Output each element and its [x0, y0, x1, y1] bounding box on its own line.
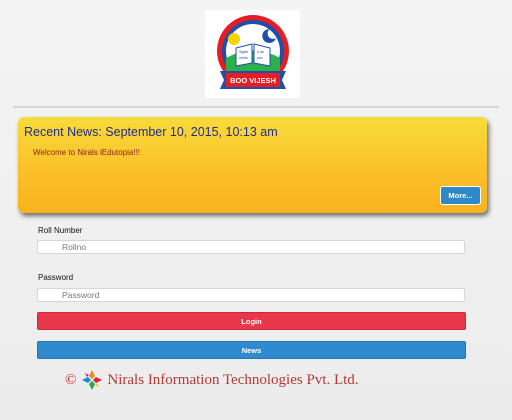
logo-banner-text: BOO VIJESH [230, 76, 276, 85]
more-button[interactable]: More... [440, 186, 481, 205]
logo-book-text-2: h,dn [257, 50, 264, 54]
logo-book-text-1: Sgate [239, 50, 248, 54]
news-title: Recent News: September 10, 2015, 10:13 a… [24, 125, 278, 139]
login-button[interactable]: Login [37, 312, 466, 330]
news-message: Welcome to Nirals iEdutopia!!! [33, 148, 141, 157]
company-logo-icon [82, 370, 103, 390]
company-name: Nirals Information Technologies Pvt. Ltd… [107, 371, 359, 388]
password-label: Password [38, 273, 74, 282]
logo-book-text-3: mhds [239, 56, 248, 60]
copyright-symbol: © [65, 371, 77, 388]
recent-news-panel: Recent News: September 10, 2015, 10:13 a… [18, 117, 487, 213]
header-divider [13, 106, 499, 108]
school-seal-icon: Sgate h,dn mhds yeo BOO VIJESH [216, 15, 289, 89]
logo-book-text-4: yeo [257, 56, 263, 60]
footer: © Nirals Information Technologies Pvt. L… [65, 370, 359, 390]
password-input[interactable] [37, 288, 465, 302]
roll-number-label: Roll Number [38, 226, 83, 235]
school-logo: Sgate h,dn mhds yeo BOO VIJESH [205, 10, 300, 98]
news-button[interactable]: News [37, 341, 466, 359]
roll-number-input[interactable] [37, 240, 465, 254]
